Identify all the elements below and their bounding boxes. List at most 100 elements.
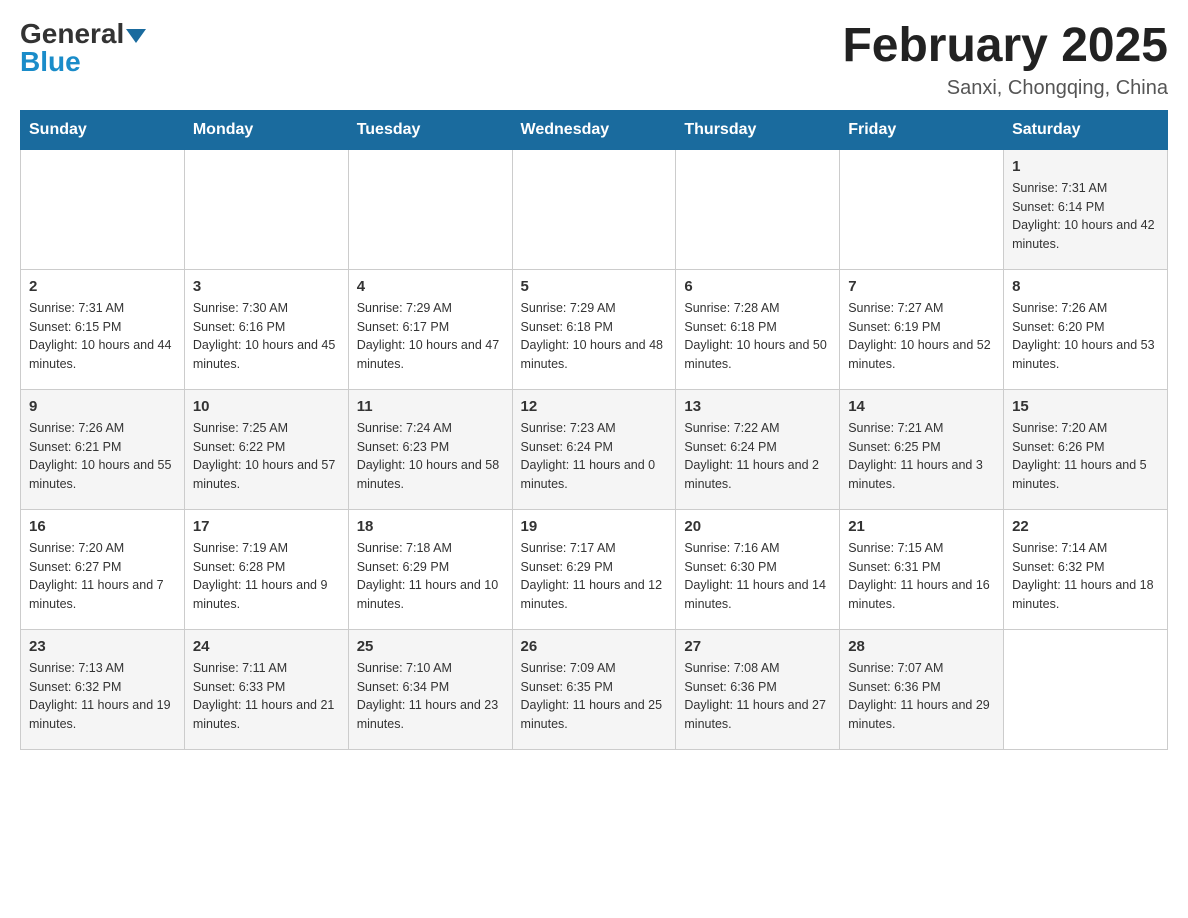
calendar-cell: 21 Sunrise: 7:15 AM Sunset: 6:31 PM Dayli… <box>840 509 1004 629</box>
day-info: Sunrise: 7:28 AM Sunset: 6:18 PM Dayligh… <box>684 299 831 374</box>
logo: General Blue <box>20 20 146 76</box>
day-info: Sunrise: 7:07 AM Sunset: 6:36 PM Dayligh… <box>848 659 995 734</box>
calendar-cell <box>1004 629 1168 749</box>
calendar-cell: 13 Sunrise: 7:22 AM Sunset: 6:24 PM Dayli… <box>676 389 840 509</box>
day-info: Sunrise: 7:10 AM Sunset: 6:34 PM Dayligh… <box>357 659 504 734</box>
header-wednesday: Wednesday <box>512 110 676 149</box>
week-row-2: 9Sunrise: 7:26 AM Sunset: 6:21 PM Daylig… <box>21 389 1168 509</box>
header-row: Sunday Monday Tuesday Wednesday Thursday… <box>21 110 1168 149</box>
calendar-cell: 25 Sunrise: 7:10 AM Sunset: 6:34 PM Dayli… <box>348 629 512 749</box>
calendar-cell: 19 Sunrise: 7:17 AM Sunset: 6:29 PM Dayli… <box>512 509 676 629</box>
day-number: 20 <box>684 518 831 535</box>
calendar-cell: 14Sunrise: 7:21 AM Sunset: 6:25 PM Dayli… <box>840 389 1004 509</box>
week-row-4: 23 Sunrise: 7:13 AM Sunset: 6:32 PM Dayli… <box>21 629 1168 749</box>
day-number: 13 <box>684 398 831 415</box>
calendar-cell <box>348 149 512 269</box>
day-number: 17 <box>193 518 340 535</box>
day-info: Sunrise: 7:15 AM Sunset: 6:31 PM Dayligh… <box>848 539 995 614</box>
calendar-table: Sunday Monday Tuesday Wednesday Thursday… <box>20 110 1168 750</box>
calendar-cell: 24 Sunrise: 7:11 AM Sunset: 6:33 PM Dayli… <box>184 629 348 749</box>
calendar-cell: 23 Sunrise: 7:13 AM Sunset: 6:32 PM Dayli… <box>21 629 185 749</box>
calendar-cell: 5 Sunrise: 7:29 AM Sunset: 6:18 PM Daylig… <box>512 269 676 389</box>
calendar-cell: 11Sunrise: 7:24 AM Sunset: 6:23 PM Dayli… <box>348 389 512 509</box>
calendar-cell: 20 Sunrise: 7:16 AM Sunset: 6:30 PM Dayli… <box>676 509 840 629</box>
day-info: Sunrise: 7:18 AM Sunset: 6:29 PM Dayligh… <box>357 539 504 614</box>
day-number: 26 <box>521 638 668 655</box>
calendar-cell <box>512 149 676 269</box>
calendar-title: February 2025 <box>842 20 1168 73</box>
calendar-cell: 16 Sunrise: 7:20 AM Sunset: 6:27 PM Dayli… <box>21 509 185 629</box>
calendar-cell: 15 Sunrise: 7:20 AM Sunset: 6:26 PM Dayli… <box>1004 389 1168 509</box>
day-number: 7 <box>848 278 995 295</box>
day-number: 23 <box>29 638 176 655</box>
day-number: 8 <box>1012 278 1159 295</box>
day-info: Sunrise: 7:09 AM Sunset: 6:35 PM Dayligh… <box>521 659 668 734</box>
calendar-cell: 27Sunrise: 7:08 AM Sunset: 6:36 PM Dayli… <box>676 629 840 749</box>
calendar-cell <box>184 149 348 269</box>
calendar-cell: 12 Sunrise: 7:23 AM Sunset: 6:24 PM Dayli… <box>512 389 676 509</box>
calendar-cell: 18Sunrise: 7:18 AM Sunset: 6:29 PM Dayli… <box>348 509 512 629</box>
day-number: 25 <box>357 638 504 655</box>
day-number: 19 <box>521 518 668 535</box>
calendar-cell: 3Sunrise: 7:30 AM Sunset: 6:16 PM Daylig… <box>184 269 348 389</box>
day-info: Sunrise: 7:25 AM Sunset: 6:22 PM Dayligh… <box>193 419 340 494</box>
title-block: February 2025 Sanxi, Chongqing, China <box>842 20 1168 100</box>
calendar-cell: 26 Sunrise: 7:09 AM Sunset: 6:35 PM Dayli… <box>512 629 676 749</box>
day-info: Sunrise: 7:20 AM Sunset: 6:27 PM Dayligh… <box>29 539 176 614</box>
week-row-3: 16 Sunrise: 7:20 AM Sunset: 6:27 PM Dayli… <box>21 509 1168 629</box>
page-header: General Blue February 2025 Sanxi, Chongq… <box>20 20 1168 100</box>
calendar-subtitle: Sanxi, Chongqing, China <box>842 77 1168 100</box>
day-number: 22 <box>1012 518 1159 535</box>
day-info: Sunrise: 7:08 AM Sunset: 6:36 PM Dayligh… <box>684 659 831 734</box>
day-number: 3 <box>193 278 340 295</box>
day-info: Sunrise: 7:31 AM Sunset: 6:15 PM Dayligh… <box>29 299 176 374</box>
day-number: 15 <box>1012 398 1159 415</box>
calendar-cell: 7 Sunrise: 7:27 AM Sunset: 6:19 PM Daylig… <box>840 269 1004 389</box>
day-info: Sunrise: 7:26 AM Sunset: 6:20 PM Dayligh… <box>1012 299 1159 374</box>
header-thursday: Thursday <box>676 110 840 149</box>
week-row-1: 2 Sunrise: 7:31 AM Sunset: 6:15 PM Daylig… <box>21 269 1168 389</box>
calendar-cell: 22 Sunrise: 7:14 AM Sunset: 6:32 PM Dayli… <box>1004 509 1168 629</box>
calendar-cell <box>676 149 840 269</box>
day-info: Sunrise: 7:26 AM Sunset: 6:21 PM Dayligh… <box>29 419 176 494</box>
calendar-cell: 17 Sunrise: 7:19 AM Sunset: 6:28 PM Dayli… <box>184 509 348 629</box>
calendar-cell: 1 Sunrise: 7:31 AM Sunset: 6:14 PM Daylig… <box>1004 149 1168 269</box>
day-info: Sunrise: 7:29 AM Sunset: 6:17 PM Dayligh… <box>357 299 504 374</box>
day-info: Sunrise: 7:20 AM Sunset: 6:26 PM Dayligh… <box>1012 419 1159 494</box>
day-number: 24 <box>193 638 340 655</box>
calendar-cell <box>21 149 185 269</box>
day-info: Sunrise: 7:11 AM Sunset: 6:33 PM Dayligh… <box>193 659 340 734</box>
day-number: 21 <box>848 518 995 535</box>
day-info: Sunrise: 7:23 AM Sunset: 6:24 PM Dayligh… <box>521 419 668 494</box>
calendar-cell: 9Sunrise: 7:26 AM Sunset: 6:21 PM Daylig… <box>21 389 185 509</box>
calendar-cell <box>840 149 1004 269</box>
day-info: Sunrise: 7:17 AM Sunset: 6:29 PM Dayligh… <box>521 539 668 614</box>
day-number: 10 <box>193 398 340 415</box>
calendar-cell: 28Sunrise: 7:07 AM Sunset: 6:36 PM Dayli… <box>840 629 1004 749</box>
header-monday: Monday <box>184 110 348 149</box>
day-info: Sunrise: 7:21 AM Sunset: 6:25 PM Dayligh… <box>848 419 995 494</box>
day-info: Sunrise: 7:22 AM Sunset: 6:24 PM Dayligh… <box>684 419 831 494</box>
logo-blue-text: Blue <box>20 48 81 76</box>
day-number: 11 <box>357 398 504 415</box>
day-number: 1 <box>1012 158 1159 175</box>
day-info: Sunrise: 7:27 AM Sunset: 6:19 PM Dayligh… <box>848 299 995 374</box>
day-info: Sunrise: 7:31 AM Sunset: 6:14 PM Dayligh… <box>1012 179 1159 254</box>
day-number: 16 <box>29 518 176 535</box>
day-number: 4 <box>357 278 504 295</box>
day-info: Sunrise: 7:14 AM Sunset: 6:32 PM Dayligh… <box>1012 539 1159 614</box>
day-info: Sunrise: 7:16 AM Sunset: 6:30 PM Dayligh… <box>684 539 831 614</box>
day-number: 12 <box>521 398 668 415</box>
day-info: Sunrise: 7:19 AM Sunset: 6:28 PM Dayligh… <box>193 539 340 614</box>
header-sunday: Sunday <box>21 110 185 149</box>
calendar-cell: 6 Sunrise: 7:28 AM Sunset: 6:18 PM Daylig… <box>676 269 840 389</box>
day-number: 5 <box>521 278 668 295</box>
week-row-0: 1 Sunrise: 7:31 AM Sunset: 6:14 PM Daylig… <box>21 149 1168 269</box>
calendar-cell: 8 Sunrise: 7:26 AM Sunset: 6:20 PM Daylig… <box>1004 269 1168 389</box>
day-number: 2 <box>29 278 176 295</box>
header-saturday: Saturday <box>1004 110 1168 149</box>
header-tuesday: Tuesday <box>348 110 512 149</box>
day-number: 6 <box>684 278 831 295</box>
day-info: Sunrise: 7:13 AM Sunset: 6:32 PM Dayligh… <box>29 659 176 734</box>
day-info: Sunrise: 7:29 AM Sunset: 6:18 PM Dayligh… <box>521 299 668 374</box>
